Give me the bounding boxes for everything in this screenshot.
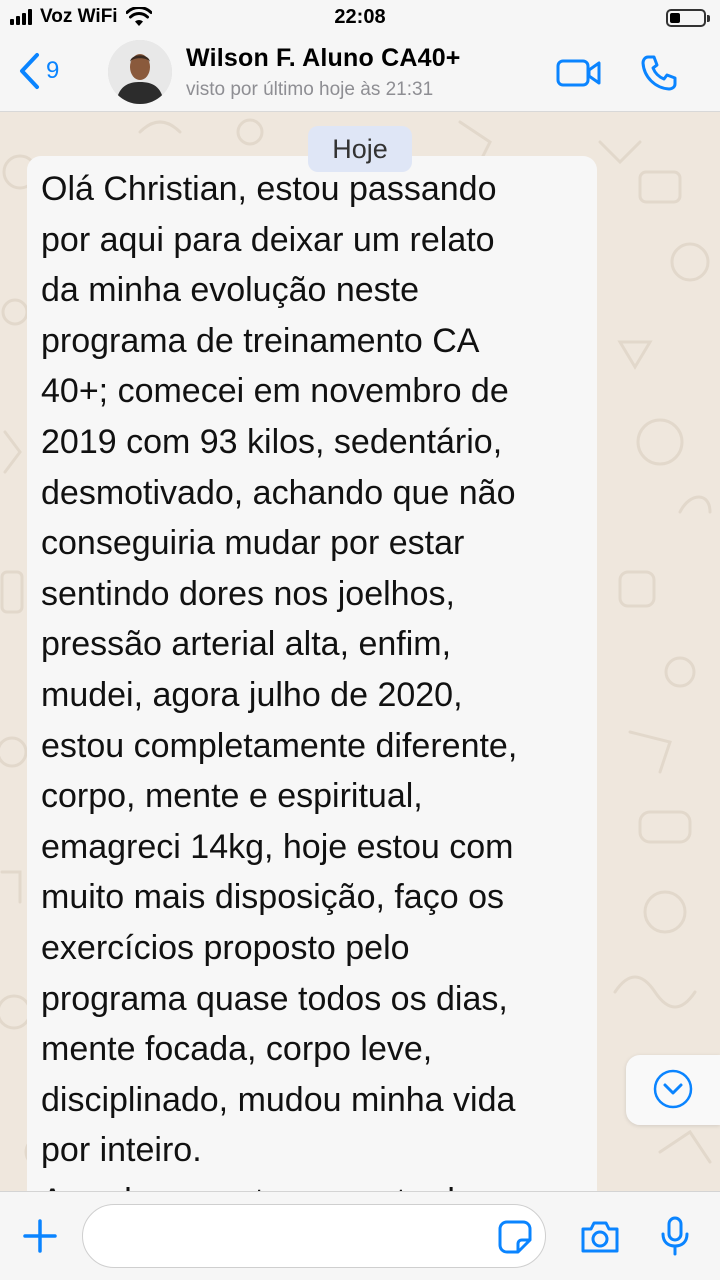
status-time: 22:08 xyxy=(334,6,386,28)
back-chevron-icon xyxy=(20,53,39,89)
chat-header: 9 Wilson F. Aluno CA40+ visto por último… xyxy=(0,34,720,112)
message-text: Olá Christian, estou passando por aqui p… xyxy=(41,170,518,1191)
plus-icon[interactable] xyxy=(22,1218,58,1254)
avatar-image xyxy=(108,40,172,104)
message-input[interactable] xyxy=(82,1204,546,1268)
last-seen: visto por último hoje às 21:31 xyxy=(186,79,434,100)
message-bubble[interactable]: Olá Christian, estou passando por aqui p… xyxy=(27,156,597,1191)
video-call-icon[interactable] xyxy=(556,58,602,88)
input-bar xyxy=(0,1191,720,1280)
scroll-down-button[interactable] xyxy=(626,1055,720,1125)
back-count: 9 xyxy=(46,57,60,84)
chevron-down-icon xyxy=(653,1069,693,1109)
back-button[interactable]: 9 xyxy=(18,52,59,90)
chat-area[interactable]: Olá Christian, estou passando por aqui p… xyxy=(0,112,720,1191)
battery-icon xyxy=(666,9,710,27)
phone-icon[interactable] xyxy=(640,54,678,92)
contact-name[interactable]: Wilson F. Aluno CA40+ xyxy=(186,44,461,73)
status-bar: Voz WiFi 22:08 xyxy=(0,0,720,34)
camera-icon[interactable] xyxy=(580,1220,620,1254)
sticker-icon[interactable] xyxy=(498,1220,532,1254)
date-separator: Hoje xyxy=(308,126,412,172)
avatar[interactable] xyxy=(108,40,172,104)
microphone-icon[interactable] xyxy=(660,1216,690,1256)
